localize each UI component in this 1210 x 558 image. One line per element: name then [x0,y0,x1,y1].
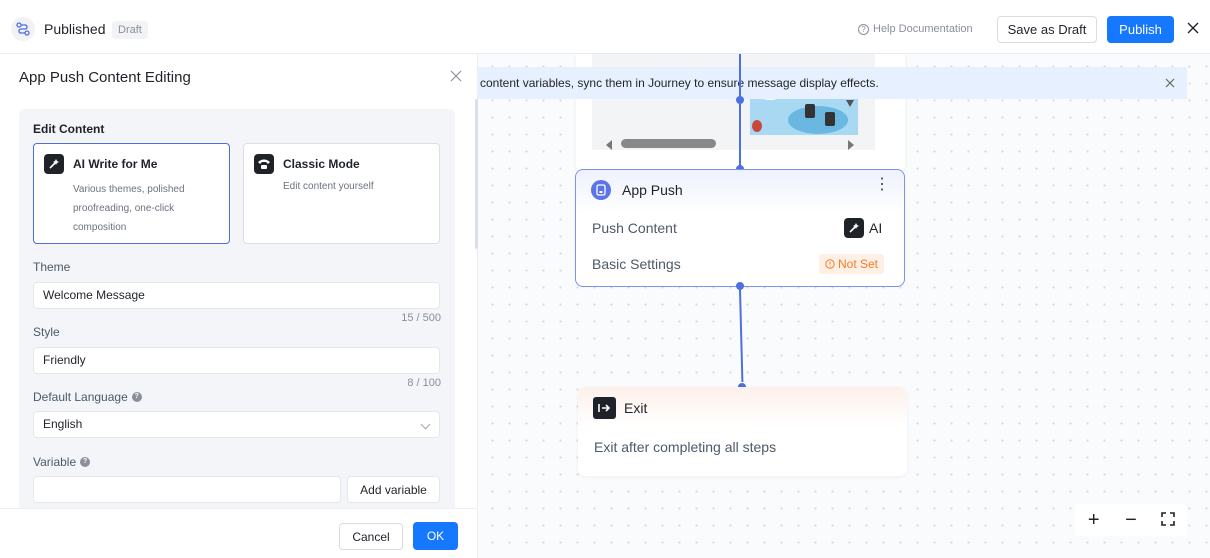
mode-classic[interactable]: Classic Mode Edit content yourself [243,143,440,244]
ai-write-icon [844,218,864,238]
chevron-down-icon [420,419,431,430]
not-set-label: Not Set [838,257,879,271]
exit-node[interactable]: Exit Exit after completing all steps [578,387,907,476]
panel-footer: Cancel OK [0,508,477,558]
exit-node-description: Exit after completing all steps [594,439,777,455]
ai-label: AI [869,220,883,236]
basic-settings-label[interactable]: Basic Settings [592,256,681,272]
journey-icon [11,17,35,41]
default-language-select[interactable]: English [33,411,440,438]
connector-dot [736,96,744,104]
sync-notice-banner: content variables, sync them in Journey … [478,67,1187,99]
classic-mode-icon [254,154,274,174]
warning-icon [825,259,835,269]
exit-node-title: Exit [624,400,648,416]
panel-close-icon[interactable] [450,70,462,82]
variable-field-label: Variable ? [33,455,91,469]
add-variable-button[interactable]: Add variable [347,476,440,503]
default-language-field-label: Default Language ? [33,390,142,404]
info-icon[interactable]: ? [131,392,142,402]
more-options-icon[interactable]: ⋮ [874,177,890,193]
publish-button[interactable]: Publish [1107,16,1174,43]
scroll-left-arrow-icon[interactable] [606,140,612,150]
scroll-right-arrow-icon[interactable] [848,140,854,150]
ai-write-icon [44,154,64,174]
zoom-controls: + − [1075,504,1187,536]
sync-notice-text: content variables, sync them in Journey … [480,76,879,90]
zoom-in-icon[interactable]: + [1082,510,1106,530]
zoom-out-icon[interactable]: − [1119,510,1143,530]
connector-line [739,54,741,100]
edit-content-section: Edit Content AI Write for Me Various the… [19,109,455,509]
panel-scrollbar[interactable] [475,99,478,249]
theme-label: Theme [33,260,71,274]
ai-indicator: AI [844,218,882,238]
info-icon[interactable]: ? [80,457,91,467]
ok-button[interactable]: OK [413,522,458,550]
app-push-icon [591,180,611,200]
not-set-badge: Not Set [819,254,885,274]
draft-badge: Draft [112,21,148,39]
mode-ai-write[interactable]: AI Write for Me Various themes, polished… [33,143,230,244]
mode-classic-title: Classic Mode [283,157,360,171]
connector-dot [736,282,744,290]
help-icon: ? [858,23,869,35]
notice-close-icon[interactable] [1165,78,1175,88]
app-push-node-title: App Push [622,182,683,198]
push-content-label[interactable]: Push Content [592,220,677,236]
close-icon[interactable] [1186,21,1200,35]
journey-canvas[interactable]: content variables, sync them in Journey … [478,54,1210,558]
exit-icon [593,397,616,419]
save-as-draft-button[interactable]: Save as Draft [997,16,1097,43]
panel-title: App Push Content Editing [19,69,191,86]
mode-ai-write-description: Various themes, polished proofreading, o… [73,184,185,233]
app-push-node[interactable]: App Push ⋮ Push Content AI Basic Setting… [575,169,905,287]
style-label: Style [33,325,60,339]
theme-counter: 15 / 500 [401,312,441,324]
preview-scrollbar[interactable] [621,139,716,148]
connector-line [739,104,741,169]
theme-input[interactable]: Welcome Message [33,282,440,309]
variable-input[interactable] [33,476,341,503]
top-header: Published Draft ? Help Documentation Sav… [0,0,1210,54]
style-input[interactable]: Friendly [33,347,440,374]
mode-classic-description: Edit content yourself [283,181,374,192]
default-language-label: Default Language [33,390,128,404]
default-language-value: English [43,417,83,431]
connector-line [739,289,744,382]
content-editing-panel: App Push Content Editing Edit Content AI… [0,54,478,558]
edit-content-title: Edit Content [33,122,105,136]
cancel-button[interactable]: Cancel [339,523,403,550]
journey-status-title: Published [44,21,106,37]
help-documentation-link[interactable]: ? Help Documentation [858,23,973,35]
variable-label: Variable [33,455,77,469]
mode-ai-write-title: AI Write for Me [73,157,158,171]
style-counter: 8 / 100 [407,377,441,389]
help-documentation-label: Help Documentation [873,23,973,35]
fit-screen-icon[interactable] [1156,510,1180,530]
